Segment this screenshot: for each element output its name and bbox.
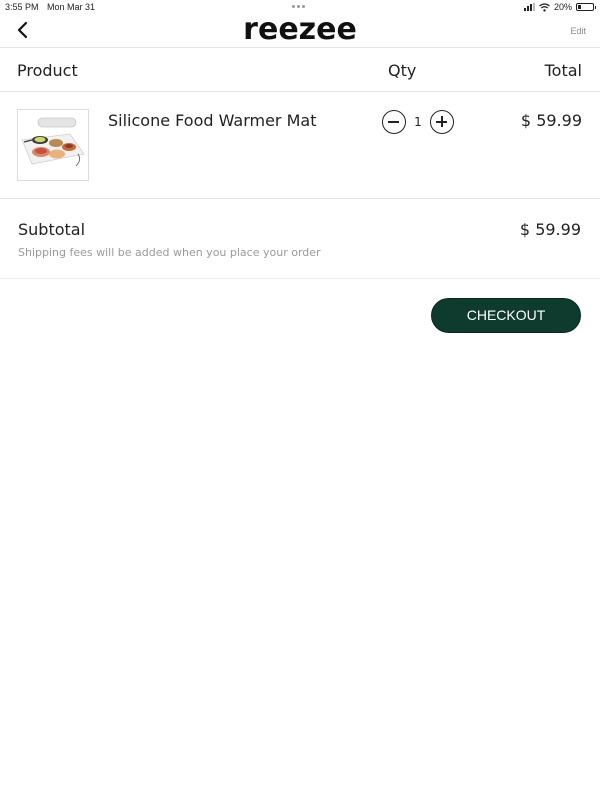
item-total-price: $ 59.99 bbox=[520, 111, 582, 130]
increase-quantity-button[interactable] bbox=[430, 110, 454, 134]
brand-logo: reezee bbox=[243, 12, 357, 47]
quantity-stepper: 1 bbox=[382, 110, 454, 134]
column-header-product: Product bbox=[17, 61, 78, 80]
column-header-qty: Qty bbox=[388, 61, 417, 80]
signal-icon bbox=[523, 3, 535, 11]
checkout-button[interactable]: CHECKOUT bbox=[431, 298, 581, 333]
quantity-value: 1 bbox=[414, 115, 422, 129]
column-header-total: Total bbox=[544, 61, 582, 80]
edit-button[interactable]: Edit bbox=[570, 26, 586, 36]
status-indicators: 20% bbox=[523, 2, 596, 12]
shipping-note: Shipping fees will be added when you pla… bbox=[18, 246, 321, 259]
status-date: Mon Mar 31 bbox=[47, 2, 96, 12]
subtotal-label: Subtotal bbox=[18, 220, 86, 239]
battery-icon bbox=[576, 3, 596, 11]
product-name[interactable]: Silicone Food Warmer Mat bbox=[108, 111, 316, 130]
minus-icon bbox=[388, 121, 399, 123]
battery-percent: 20% bbox=[553, 2, 572, 12]
multitasking-dots-icon[interactable] bbox=[292, 5, 305, 8]
product-image[interactable] bbox=[17, 109, 89, 181]
subtotal-value: $ 59.99 bbox=[519, 220, 581, 239]
decrease-quantity-button[interactable] bbox=[382, 110, 406, 134]
order-summary: Subtotal $ 59.99 Shipping fees will be a… bbox=[0, 199, 600, 279]
status-time: 3:55 PM bbox=[5, 2, 39, 12]
nav-header: reezee Edit bbox=[0, 14, 600, 48]
wifi-icon bbox=[539, 2, 550, 12]
battery-level bbox=[578, 5, 581, 9]
food-warmer-mat-image bbox=[18, 110, 88, 180]
cart-item-row: Silicone Food Warmer Mat 1 $ 59.99 bbox=[0, 92, 600, 199]
cart-column-headers: Product Qty Total bbox=[0, 48, 600, 92]
